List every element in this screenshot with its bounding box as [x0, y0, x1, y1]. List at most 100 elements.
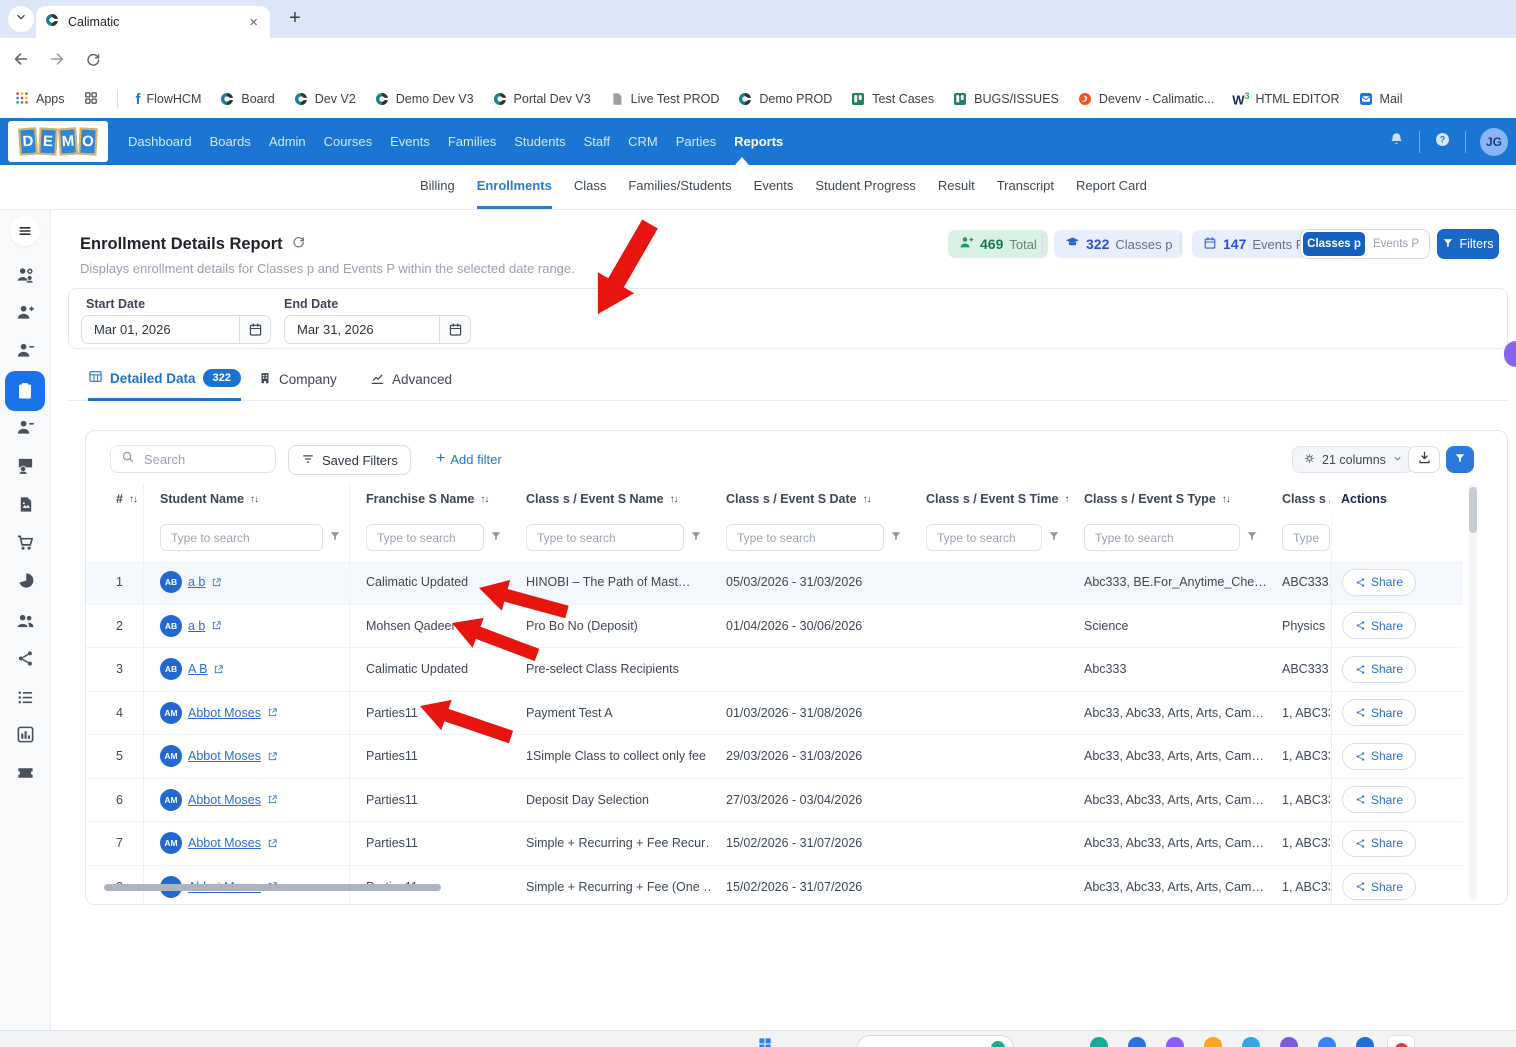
calendar-icon[interactable] — [439, 316, 470, 343]
subnav-enrollments[interactable]: Enrollments — [476, 165, 552, 209]
taskbar-search[interactable] — [857, 1035, 1014, 1047]
taskbar-app-icon[interactable] — [1356, 1037, 1374, 1047]
bookmark-html-editor[interactable]: W3 HTML EDITOR — [1232, 91, 1339, 107]
bookmark-board[interactable]: Board — [219, 91, 275, 107]
tab-close-icon[interactable]: × — [245, 14, 262, 31]
nav-item-parties[interactable]: Parties — [676, 134, 716, 149]
nav-item-boards[interactable]: Boards — [210, 134, 251, 149]
share-button[interactable]: Share — [1342, 786, 1417, 814]
nav-item-crm[interactable]: CRM — [628, 134, 658, 149]
nav-item-students[interactable]: Students — [514, 134, 565, 149]
vertical-scrollbar-thumb[interactable] — [1469, 487, 1477, 533]
bar-chart-icon[interactable] — [13, 722, 37, 746]
column-header-num[interactable]: # ↑↓ — [86, 484, 144, 514]
table-filter-button[interactable] — [1446, 446, 1474, 473]
window-grid-bookmark[interactable] — [83, 90, 99, 109]
download-button[interactable] — [1408, 446, 1440, 473]
sort-icon[interactable]: ↑↓ — [480, 494, 489, 505]
bookmark-test-cases[interactable]: Test Cases — [850, 91, 934, 107]
bookmark-mail[interactable]: Mail — [1358, 91, 1402, 107]
external-link-icon[interactable] — [267, 707, 278, 718]
start-date-field[interactable]: Mar 01, 2026 — [81, 315, 271, 344]
list-icon[interactable] — [13, 685, 37, 709]
saved-filters-button[interactable]: Saved Filters — [288, 445, 411, 475]
end-date-field[interactable]: Mar 31, 2026 — [284, 315, 471, 344]
filter-input-franchise[interactable] — [375, 529, 475, 546]
taskbar-app-icon[interactable] — [1128, 1037, 1146, 1047]
subnav-result[interactable]: Result — [938, 165, 975, 209]
filter-input-time[interactable] — [935, 529, 1033, 546]
funnel-icon[interactable] — [1246, 530, 1258, 545]
taskbar-app-icon[interactable] — [1242, 1037, 1260, 1047]
subnav-events[interactable]: Events — [754, 165, 794, 209]
funnel-icon[interactable] — [490, 530, 502, 545]
refresh-icon[interactable] — [291, 234, 306, 254]
bookmark-apps[interactable]: Apps — [14, 90, 65, 109]
share-button[interactable]: Share — [1342, 873, 1417, 901]
bookmark-portal-dev-v3[interactable]: Portal Dev V3 — [492, 91, 591, 107]
column-header-student[interactable]: Student Name ↑↓ — [144, 484, 350, 514]
toggle-classes-p[interactable]: Classes p — [1303, 232, 1365, 256]
taskbar-app-icon[interactable] — [1090, 1037, 1108, 1047]
person-add-icon[interactable] — [13, 300, 37, 324]
share-button[interactable]: Share — [1342, 655, 1417, 683]
new-tab-button[interactable]: + — [282, 5, 308, 31]
bookmark-bugs-issues[interactable]: BUGS/ISSUES — [952, 91, 1059, 107]
filter-input-extra[interactable] — [1291, 529, 1321, 546]
filter-input-class_name[interactable] — [535, 529, 675, 546]
student-link[interactable]: a b — [188, 575, 205, 589]
funnel-icon[interactable] — [1048, 530, 1060, 545]
person-remove-alt-icon[interactable] — [13, 415, 37, 439]
share-button[interactable]: Share — [1342, 568, 1417, 596]
demo-logo[interactable]: DEMO — [8, 121, 108, 162]
filter-input-student[interactable] — [169, 529, 314, 546]
subnav-class[interactable]: Class — [574, 165, 607, 209]
browser-tab[interactable]: Calimatic × — [36, 6, 270, 38]
external-link-icon[interactable] — [211, 577, 222, 588]
taskbar-app-icon[interactable] — [1318, 1037, 1336, 1047]
student-link[interactable]: A B — [188, 662, 207, 676]
bell-icon[interactable] — [1388, 131, 1405, 153]
nav-item-events[interactable]: Events — [390, 134, 430, 149]
tab-search-chevron-icon[interactable] — [8, 6, 34, 32]
nav-item-families[interactable]: Families — [448, 134, 496, 149]
student-link[interactable]: Abbot Moses — [188, 749, 261, 763]
sort-icon[interactable]: ↑↓ — [250, 494, 259, 505]
student-link[interactable]: Abbot Moses — [188, 793, 261, 807]
pie-chart-icon[interactable] — [13, 568, 37, 592]
taskbar-app-icon[interactable] — [1387, 1035, 1415, 1047]
external-link-icon[interactable] — [267, 838, 278, 849]
tab-detailed-data[interactable]: Detailed Data 322 — [88, 358, 241, 401]
user-avatar[interactable]: JG — [1480, 127, 1508, 156]
taskbar-app-icon[interactable] — [1204, 1037, 1222, 1047]
funnel-icon[interactable] — [690, 530, 702, 545]
nav-item-admin[interactable]: Admin — [269, 134, 306, 149]
subnav-transcript[interactable]: Transcript — [997, 165, 1054, 209]
filter-input-type[interactable] — [1093, 529, 1231, 546]
help-icon[interactable]: ? — [1434, 131, 1451, 153]
taskbar-app-icon[interactable] — [1166, 1037, 1184, 1047]
external-link-icon[interactable] — [211, 620, 222, 631]
person-remove-icon[interactable] — [13, 338, 37, 362]
nav-item-courses[interactable]: Courses — [324, 134, 372, 149]
subnav-report-card[interactable]: Report Card — [1076, 165, 1147, 209]
filters-button[interactable]: Filters — [1437, 229, 1499, 259]
file-report-icon[interactable] — [13, 492, 37, 516]
sort-icon[interactable]: ↑↓ — [670, 494, 679, 505]
subnav-student-progress[interactable]: Student Progress — [815, 165, 915, 209]
sort-icon[interactable]: ↑↓ — [1222, 494, 1231, 505]
bookmark-flowhcm[interactable]: f FlowHCM — [136, 91, 202, 108]
calendar-icon[interactable] — [239, 316, 270, 343]
horizontal-scrollbar-thumb[interactable] — [104, 884, 441, 891]
subnav-families-students[interactable]: Families/Students — [628, 165, 731, 209]
external-link-icon[interactable] — [267, 751, 278, 762]
share-button[interactable]: Share — [1342, 742, 1417, 770]
table-search[interactable] — [110, 445, 276, 473]
share-button[interactable]: Share — [1342, 699, 1417, 727]
nav-item-dashboard[interactable]: Dashboard — [128, 134, 192, 149]
share-icon[interactable] — [13, 646, 37, 670]
column-header-type[interactable]: Class s / Event S Type ↑↓ — [1068, 484, 1266, 514]
toggle-events-p[interactable]: Events P — [1365, 232, 1427, 256]
nav-item-staff[interactable]: Staff — [584, 134, 611, 149]
subnav-billing[interactable]: Billing — [420, 165, 455, 209]
